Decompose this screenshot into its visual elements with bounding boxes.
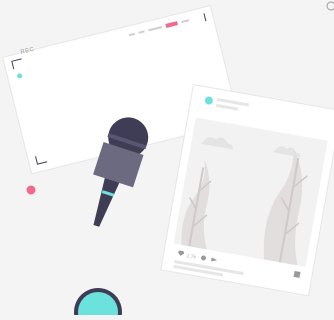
corner-circle [326, 1, 334, 11]
bookmark-icon[interactable] [293, 270, 301, 278]
illustration-svg: 1.7k [2, 1, 334, 320]
pink-dot [26, 185, 36, 195]
illustration-scene: 1.7k REC [0, 0, 334, 320]
